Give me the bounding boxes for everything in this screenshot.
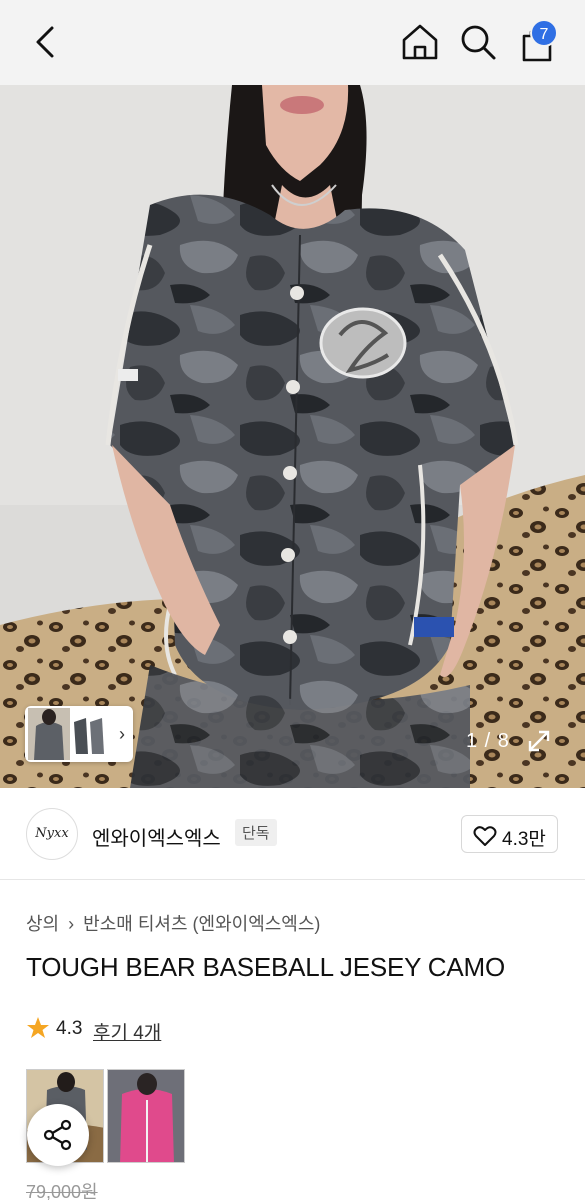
product-photo bbox=[0, 85, 585, 788]
thumbnail-preview bbox=[28, 708, 108, 760]
back-arrow-icon bbox=[36, 26, 54, 58]
star-icon bbox=[27, 1017, 49, 1038]
image-counter: 1 / 8 bbox=[466, 730, 510, 752]
rating-value: 4.3 bbox=[56, 1018, 83, 1039]
share-icon bbox=[43, 1119, 72, 1151]
review-photo[interactable] bbox=[107, 1069, 185, 1163]
breadcrumb-category[interactable]: 상의 bbox=[26, 914, 59, 934]
search-icon bbox=[461, 25, 496, 60]
breadcrumb-subcategory[interactable]: 반소매 티셔츠 (엔와이엑스엑스) bbox=[83, 914, 320, 934]
reviews-link[interactable]: 후기 4개 bbox=[93, 1018, 161, 1045]
back-button[interactable] bbox=[28, 22, 64, 62]
like-button[interactable]: 4.3만 bbox=[461, 815, 558, 853]
home-button[interactable] bbox=[400, 22, 440, 62]
review-photo-image bbox=[108, 1070, 184, 1162]
product-title: TOUGH BEAR BASEBALL JESEY CAMO bbox=[26, 952, 506, 982]
product-main-image[interactable]: › 1 / 8 bbox=[0, 85, 585, 788]
cart-count-badge: 7 bbox=[530, 19, 558, 47]
home-icon bbox=[402, 24, 438, 60]
chevron-right-icon: › bbox=[119, 724, 125, 744]
brand-row: Nyxx 엔와이엑스엑스 단독 4.3만 bbox=[0, 788, 585, 880]
exclusive-badge: 단독 bbox=[235, 819, 277, 846]
top-app-bar: 7 bbox=[0, 0, 585, 85]
heart-icon bbox=[473, 826, 497, 846]
breadcrumb: 상의 › 반소매 티셔츠 (엔와이엑스엑스) bbox=[26, 910, 324, 936]
expand-icon bbox=[528, 730, 550, 752]
like-count: 4.3만 bbox=[502, 829, 546, 850]
search-button[interactable] bbox=[458, 22, 498, 62]
thumbnail-strip[interactable]: › bbox=[25, 706, 133, 762]
expand-button[interactable] bbox=[526, 728, 552, 754]
original-price: 79,000원 bbox=[26, 1182, 98, 1200]
share-button[interactable] bbox=[27, 1104, 89, 1166]
brand-logo[interactable]: Nyxx bbox=[26, 808, 78, 860]
brand-name-link[interactable]: 엔와이엑스엑스 bbox=[92, 822, 221, 851]
breadcrumb-separator-icon: › bbox=[68, 914, 75, 934]
